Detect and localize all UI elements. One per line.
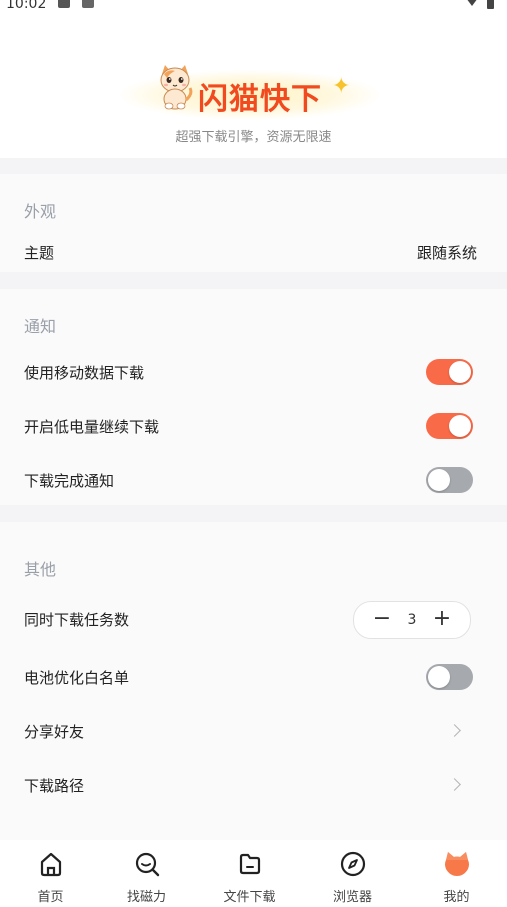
share-friends-label: 分享好友	[24, 723, 85, 741]
mobile-data-download-toggle[interactable]	[426, 359, 473, 385]
theme-label: 主题	[24, 244, 55, 262]
concurrent-tasks-stepper: 3 − +	[353, 601, 471, 639]
toggle-knob	[428, 469, 450, 491]
notification-icon	[58, 0, 70, 8]
toggle-knob	[449, 361, 471, 383]
download-complete-notify-label: 下载完成通知	[24, 472, 115, 490]
battery-whitelist-toggle[interactable]	[426, 664, 473, 690]
other-section: 其他 同时下载任务数 3 − + 电池优化白名单 分享好友 下载路径	[0, 522, 507, 840]
app-notification-icon	[82, 0, 94, 8]
download-path-label: 下载路径	[24, 777, 85, 795]
header: 闪猫快下 ✦ 超强下载引擎，资源无限速	[0, 14, 507, 158]
cat-profile-icon	[444, 852, 469, 876]
download-path-row[interactable]: 下载路径	[0, 764, 507, 808]
nav-item-browser[interactable]: 浏览器	[302, 840, 403, 907]
share-friends-row[interactable]: 分享好友	[0, 710, 507, 754]
appearance-section: 外观 主题 跟随系统	[0, 174, 507, 272]
low-battery-download-label: 开启低电量继续下载	[24, 418, 160, 436]
file-download-icon	[239, 853, 260, 875]
mobile-data-download-label: 使用移动数据下载	[24, 364, 145, 382]
nav-label-mine: 我的	[443, 890, 470, 905]
theme-row[interactable]: 主题 跟随系统	[0, 232, 507, 272]
sparkle-icon: ✦	[332, 74, 351, 99]
nav-item-files[interactable]: 文件下载	[199, 840, 300, 907]
status-time: 10:02	[6, 0, 47, 12]
decrement-button[interactable]: −	[364, 602, 400, 638]
bottom-nav: 首页 找磁力 文件下载 浏览器 我的	[0, 840, 507, 907]
section-title-other: 其他	[24, 560, 57, 579]
chevron-right-icon	[448, 724, 461, 737]
toggle-knob	[449, 415, 471, 437]
wifi-icon	[463, 0, 481, 6]
nav-item-magnet[interactable]: 找磁力	[96, 840, 197, 907]
nav-label-browser: 浏览器	[332, 890, 372, 905]
low-battery-download-toggle[interactable]	[426, 413, 473, 439]
compass-icon	[340, 851, 365, 877]
battery-icon	[487, 0, 494, 9]
increment-button[interactable]: +	[424, 602, 460, 638]
nav-item-mine[interactable]: 我的	[406, 840, 507, 907]
notification-section: 通知 使用移动数据下载 开启低电量继续下载 下载完成通知	[0, 289, 507, 505]
concurrent-tasks-label: 同时下载任务数	[24, 611, 130, 629]
toggle-knob	[428, 666, 450, 688]
nav-label-home: 首页	[37, 890, 64, 905]
section-title-notification: 通知	[24, 317, 57, 336]
nav-label-files: 文件下载	[223, 890, 276, 905]
nav-item-home[interactable]: 首页	[0, 840, 101, 907]
brand-name: 闪猫快下	[198, 82, 322, 117]
nav-label-magnet: 找磁力	[126, 890, 166, 905]
status-bar: 10:02	[0, 0, 507, 14]
chevron-right-icon	[448, 778, 461, 791]
home-icon	[40, 852, 61, 877]
brand-slogan: 超强下载引擎，资源无限速	[175, 130, 332, 145]
cat-mascot-icon	[160, 65, 193, 110]
magnet-search-icon	[135, 852, 159, 877]
download-complete-notify-toggle[interactable]	[426, 467, 473, 493]
theme-value: 跟随系统	[416, 244, 477, 262]
battery-whitelist-label: 电池优化白名单	[24, 669, 130, 687]
section-title-appearance: 外观	[24, 202, 57, 221]
